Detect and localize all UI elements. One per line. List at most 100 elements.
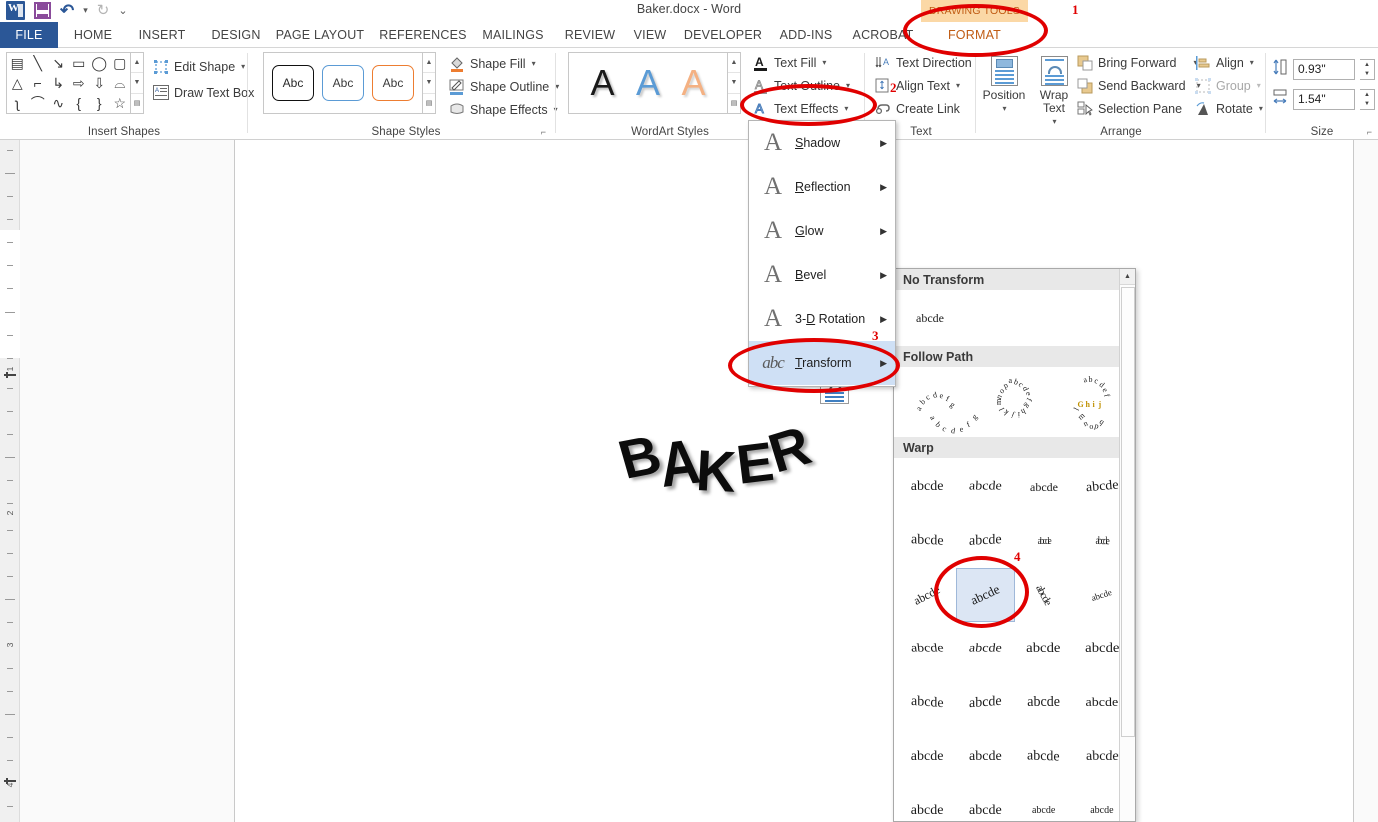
position-button[interactable]: Position ▾: [980, 56, 1028, 115]
wordart-object[interactable]: BAKER: [612, 414, 817, 504]
shape-width-row[interactable]: 1.54" ▲ ▼: [1272, 88, 1375, 111]
height-spin-down-icon[interactable]: ▼: [1360, 70, 1374, 80]
warp-swatch-1-1[interactable]: abcde: [956, 514, 1014, 568]
shape-styles-gallery[interactable]: Abc Abc Abc: [263, 52, 423, 114]
menu-item-glow[interactable]: A Glow ▶: [749, 209, 895, 253]
shape-effects-button[interactable]: Shape Effects ▾: [448, 101, 558, 118]
menu-item-bevel[interactable]: A Bevel ▶: [749, 253, 895, 297]
warp-swatch-5-1[interactable]: abcde: [956, 730, 1014, 784]
shape-width-spinner[interactable]: ▲ ▼: [1360, 89, 1375, 110]
shape-elbow-arrow-icon[interactable]: ↳: [48, 73, 69, 93]
warp-swatch-0-1[interactable]: abcde: [956, 460, 1014, 514]
menu-item-reflection[interactable]: A Reflection ▶: [749, 165, 895, 209]
follow-path-arch-up-swatch[interactable]: a b c d e f g a b c d e f g: [909, 371, 979, 435]
follow-path-button-swatch[interactable]: a b c d e f G h i j l m n o p q: [1059, 371, 1121, 433]
no-transform-swatch[interactable]: abcde: [894, 290, 1135, 346]
gallery-scroll-up-icon[interactable]: ▲: [1120, 269, 1135, 285]
ribbon-tab-strip[interactable]: FILE HOME INSERT DESIGN PAGE LAYOUT REFE…: [0, 22, 1378, 48]
warp-swatch-2-1[interactable]: abcde: [956, 568, 1015, 622]
warp-swatch-3-0[interactable]: abcde: [898, 622, 956, 676]
text-direction-button[interactable]: A Text Direction: [874, 54, 972, 71]
edit-shape-button[interactable]: Edit Shape ▾: [152, 58, 245, 75]
width-spin-up-icon[interactable]: ▲: [1360, 90, 1374, 100]
warp-swatch-6-2[interactable]: abcde: [1015, 784, 1073, 821]
shape-height-spinner[interactable]: ▲ ▼: [1360, 59, 1375, 80]
warp-swatch-4-1[interactable]: abcde: [956, 676, 1014, 730]
warp-swatch-5-2[interactable]: abcde: [1015, 730, 1073, 784]
wordart-scroll-up-icon[interactable]: ▲: [728, 53, 740, 72]
shape-style-swatch-1[interactable]: Abc: [272, 65, 314, 101]
align-caret-icon[interactable]: ▾: [1250, 58, 1254, 67]
shape-right-arrow-icon[interactable]: ⇨: [69, 73, 90, 93]
tab-developer[interactable]: DEVELOPER: [678, 22, 768, 48]
warp-gallery-grid[interactable]: abcde abcde abcde abcde abcde abcde abcd…: [894, 458, 1135, 821]
text-outline-caret-icon[interactable]: ▾: [846, 81, 850, 90]
text-fill-button[interactable]: A Text Fill ▾: [752, 54, 826, 71]
warp-swatch-6-0[interactable]: abcde: [898, 784, 956, 821]
wordart-scroll-down-icon[interactable]: ▼: [728, 72, 740, 92]
wordart-swatch-2[interactable]: A: [636, 65, 660, 101]
tab-mailings[interactable]: MAILINGS: [472, 22, 554, 48]
tab-design[interactable]: DESIGN: [200, 22, 272, 48]
tab-acrobat[interactable]: ACROBAT: [844, 22, 922, 48]
shape-rounded-rect-icon[interactable]: ▢: [110, 53, 131, 73]
shapes-gallery[interactable]: ▤ ╲ ↘ ▭ ◯ ▢ △ ⌐ ↳ ⇨ ⇩ ⌓ ʅ ⌒ ∿ { } ☆: [6, 52, 131, 114]
shape-styles-scroll-down-icon[interactable]: ▼: [423, 72, 435, 92]
shapes-gallery-scrollbar[interactable]: ▲ ▼ ▤: [131, 52, 144, 114]
tab-home[interactable]: HOME: [62, 22, 124, 48]
tab-references[interactable]: REFERENCES: [374, 22, 472, 48]
shape-style-swatch-2[interactable]: Abc: [322, 65, 364, 101]
vertical-ruler[interactable]: 1 2 3 4: [0, 140, 20, 822]
follow-path-row[interactable]: a b c d e f g a b c d e f g a b c d e f …: [894, 367, 1135, 437]
shape-styles-more-icon[interactable]: ▤: [423, 92, 435, 113]
transform-gallery-panel[interactable]: No Transform abcde Follow Path a b c d e…: [893, 268, 1136, 822]
shape-height-input[interactable]: 0.93": [1293, 59, 1355, 80]
shape-fill-caret-icon[interactable]: ▾: [532, 59, 536, 68]
shape-height-row[interactable]: 0.93" ▲ ▼: [1272, 58, 1375, 81]
warp-swatch-3-1[interactable]: abcde: [956, 622, 1014, 676]
wordart-styles-scrollbar[interactable]: ▲ ▼ ▤: [728, 52, 741, 114]
shape-rectangle-icon[interactable]: ▭: [69, 53, 90, 73]
send-backward-button[interactable]: Send Backward ▾: [1076, 77, 1201, 94]
warp-swatch-2-2[interactable]: abcde: [1015, 568, 1073, 622]
shape-styles-dialog-launcher[interactable]: ⌐: [541, 127, 546, 137]
shape-line-icon[interactable]: ╲: [28, 53, 49, 73]
menu-item-shadow[interactable]: A Shadow ▶: [749, 121, 895, 165]
warp-swatch-1-2[interactable]: abcde: [1015, 514, 1073, 568]
shape-down-arrow-icon[interactable]: ⇩: [89, 73, 110, 93]
warp-swatch-3-2[interactable]: abcde: [1015, 622, 1073, 676]
text-effects-button[interactable]: A Text Effects ▾: [752, 100, 848, 117]
warp-swatch-0-0[interactable]: abcde: [898, 460, 956, 514]
transform-gallery-scrollbar[interactable]: ▲: [1119, 269, 1135, 821]
tab-add-ins[interactable]: ADD-INS: [770, 22, 842, 48]
text-effects-caret-icon[interactable]: ▾: [844, 104, 848, 113]
tab-format[interactable]: FORMAT: [921, 22, 1028, 48]
warp-swatch-2-0[interactable]: abcde: [898, 568, 956, 622]
shape-style-swatch-3[interactable]: Abc: [372, 65, 414, 101]
create-link-button[interactable]: Create Link: [874, 100, 960, 117]
shapes-gallery-more-icon[interactable]: ▤: [131, 92, 143, 113]
shape-arc-icon[interactable]: ⌒: [28, 93, 49, 113]
shape-fill-button[interactable]: Shape Fill ▾: [448, 55, 536, 72]
text-effects-dropdown-menu[interactable]: A Shadow ▶ A Reflection ▶ A Glow ▶ A Bev…: [748, 120, 896, 387]
shape-scribble-icon[interactable]: ʅ: [7, 93, 28, 113]
bring-forward-button[interactable]: Bring Forward ▾: [1076, 54, 1198, 71]
shape-width-input[interactable]: 1.54": [1293, 89, 1355, 110]
shape-right-brace-icon[interactable]: }: [89, 93, 110, 113]
shapes-scroll-down-icon[interactable]: ▼: [131, 72, 143, 92]
wordart-swatch-1[interactable]: A: [590, 65, 614, 101]
tab-file[interactable]: FILE: [0, 22, 58, 48]
shape-elbow-connector-icon[interactable]: ⌐: [28, 73, 49, 93]
align-text-caret-icon[interactable]: ▾: [956, 81, 960, 90]
follow-path-circle-swatch[interactable]: a b c d e f g h i j k l m n o p: [984, 371, 1046, 433]
shape-oval-icon[interactable]: ◯: [89, 53, 110, 73]
document-area[interactable]: BAKER: [20, 140, 1378, 822]
tab-insert[interactable]: INSERT: [128, 22, 196, 48]
align-button[interactable]: Align ▾: [1194, 54, 1254, 71]
shapes-scroll-up-icon[interactable]: ▲: [131, 53, 143, 72]
shape-arrow-icon[interactable]: ↘: [48, 53, 69, 73]
shape-styles-scrollbar[interactable]: ▲ ▼ ▤: [423, 52, 436, 114]
warp-swatch-6-1[interactable]: abcde: [956, 784, 1014, 821]
size-dialog-launcher[interactable]: ⌐: [1367, 127, 1372, 137]
selection-pane-button[interactable]: Selection Pane: [1076, 100, 1182, 117]
